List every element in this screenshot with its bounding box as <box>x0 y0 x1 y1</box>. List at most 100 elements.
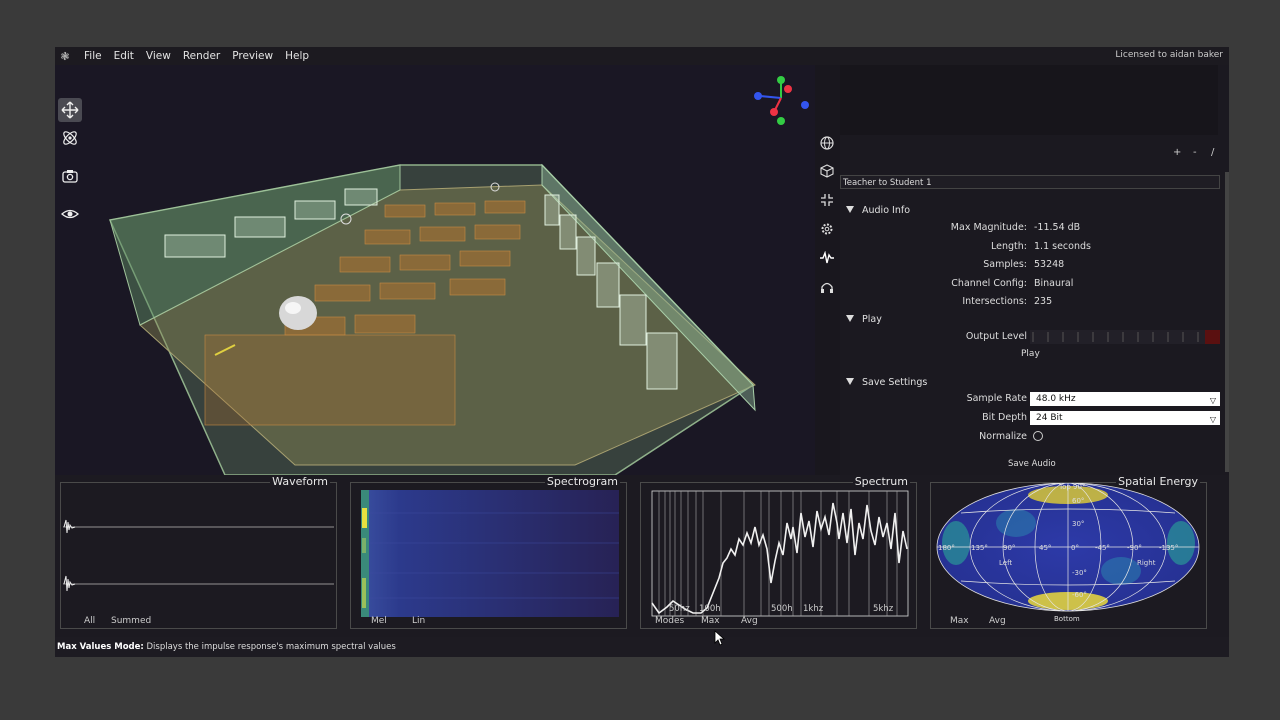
sample-rate-row: Sample Rate <box>840 393 1027 405</box>
top-label: Top 90° <box>1058 483 1085 491</box>
audio-info-header[interactable]: Audio Info <box>846 205 910 216</box>
freq-label: 1khz <box>803 604 824 614</box>
menu-render[interactable]: Render <box>183 50 220 62</box>
play-button[interactable]: Play <box>1021 349 1040 359</box>
info-key: Max Magnitude: <box>950 222 1027 233</box>
side-icon-strip <box>815 65 840 475</box>
compress-button[interactable] <box>819 192 835 208</box>
remove-button[interactable]: - <box>1193 147 1197 158</box>
atom-tool-button[interactable] <box>58 126 82 150</box>
longitude-label: 135° <box>971 544 988 552</box>
bit-depth-select[interactable]: 24 Bit ▽ <box>1030 411 1220 425</box>
cube-button[interactable] <box>819 163 835 179</box>
atom-icon <box>63 131 77 145</box>
latitude-label: -30° <box>1072 569 1087 577</box>
spectrogram-plot[interactable]: Spectrogram Mel Lin <box>350 475 627 629</box>
eye-tool-button[interactable] <box>58 202 82 226</box>
tab-all[interactable]: All <box>84 616 95 626</box>
3d-viewport[interactable] <box>55 65 815 475</box>
globe-button[interactable] <box>819 135 835 151</box>
add-button[interactable]: + <box>1173 147 1181 158</box>
waveform-button[interactable] <box>819 250 835 266</box>
eye-icon <box>61 209 79 219</box>
tab-max[interactable]: Max <box>701 616 720 626</box>
status-mode-label: Max Values Mode: <box>57 642 144 652</box>
normalize-label: Normalize <box>979 431 1027 442</box>
latitude-label: -60° <box>1072 591 1087 599</box>
normalize-toggle[interactable] <box>1033 431 1043 441</box>
settings-button[interactable] <box>819 221 835 237</box>
gear-icon <box>821 223 833 235</box>
status-description: Displays the impulse response's maximum … <box>146 642 396 652</box>
menu-help[interactable]: Help <box>285 50 309 62</box>
room-scene <box>108 163 756 475</box>
status-bar: Max Values Mode: Displays the impulse re… <box>55 637 1229 657</box>
sample-rate-label: Sample Rate <box>966 393 1027 404</box>
analysis-plots: Waveform All Summed Spectrogram Mel Lin … <box>55 475 1229 637</box>
spectrum-graph: 50hz 100h 500h 1khz 5khz <box>651 490 909 617</box>
headphones-icon <box>821 282 833 293</box>
info-value-channel-config: Binaural <box>1034 278 1074 289</box>
camera-tool-button[interactable] <box>58 164 82 188</box>
move-icon <box>61 101 79 119</box>
spectrum-plot[interactable]: Spectrum 50hz 100h 500h 1khz 5khz Modes … <box>640 475 917 629</box>
info-row-intersections: Intersections: <box>840 296 1027 308</box>
sample-rate-value: 48.0 kHz <box>1036 394 1076 404</box>
audio-info-title: Audio Info <box>862 205 911 216</box>
save-audio-button[interactable]: Save Audio <box>1008 459 1056 469</box>
longitude-label: -135° <box>1159 544 1178 552</box>
waveform-icon <box>820 251 834 264</box>
waveform-tabs: All Summed <box>61 616 336 630</box>
bit-depth-row: Bit Depth <box>840 412 1027 424</box>
output-level-fill <box>1204 330 1220 344</box>
tab-avg[interactable]: Avg <box>989 616 1006 626</box>
tab-mel[interactable]: Mel <box>371 616 387 626</box>
freq-label: 50hz <box>669 604 690 614</box>
info-row-max-magnitude: Max Magnitude: <box>840 222 1027 234</box>
left-label: Left <box>999 559 1012 567</box>
info-key: Intersections: <box>962 296 1027 307</box>
info-value-samples: 53248 <box>1034 259 1065 270</box>
info-value-max-magnitude: -11.54 dB <box>1034 222 1081 233</box>
spatial-energy-plot[interactable]: Spatial Energy 180° 135° 90° 45° 0° -45°… <box>930 475 1207 629</box>
sample-rate-select[interactable]: 48.0 kHz ▽ <box>1030 392 1220 406</box>
simulation-name-field[interactable]: Teacher to Student 1 <box>840 175 1220 189</box>
play-header[interactable]: Play <box>846 314 882 325</box>
tab-avg[interactable]: Avg <box>741 616 758 626</box>
right-label: Right <box>1137 559 1156 567</box>
waveform-plot[interactable]: Waveform All Summed <box>60 475 337 630</box>
cube-icon <box>820 164 834 178</box>
app-window: ❃ File Edit View Render Preview Help Lic… <box>55 47 1229 657</box>
rename-button[interactable]: / <box>1211 147 1214 158</box>
latitude-label: 60° <box>1072 497 1084 505</box>
longitude-label: 0° <box>1071 544 1079 552</box>
move-tool-button[interactable] <box>58 98 82 122</box>
tab-modes[interactable]: Modes <box>655 616 684 626</box>
waveform-graph <box>63 519 334 592</box>
collapse-triangle-icon <box>846 378 854 385</box>
longitude-label: -90° <box>1127 544 1142 552</box>
tab-lin[interactable]: Lin <box>412 616 425 626</box>
output-level-row: Output Level <box>840 331 1027 343</box>
license-text: Licensed to aidan baker <box>1115 50 1223 60</box>
menu-file[interactable]: File <box>84 50 102 62</box>
tab-max[interactable]: Max <box>950 616 969 626</box>
spectrogram-image <box>361 490 619 617</box>
tab-summed[interactable]: Summed <box>111 616 151 626</box>
info-value-intersections: 235 <box>1034 296 1053 307</box>
chevron-down-icon: ▽ <box>1209 396 1216 405</box>
save-settings-header[interactable]: Save Settings <box>846 377 927 388</box>
normalize-row: Normalize <box>840 431 1027 443</box>
info-row-channel-config: Channel Config: <box>840 278 1027 290</box>
menu-bar: ❃ File Edit View Render Preview Help Lic… <box>55 47 1229 65</box>
headphones-button[interactable] <box>819 279 835 295</box>
menu-edit[interactable]: Edit <box>114 50 134 62</box>
panel-scrollbar[interactable] <box>1225 172 1229 472</box>
freq-label: 5khz <box>873 604 894 614</box>
menu-preview[interactable]: Preview <box>232 50 273 62</box>
orientation-gizmo[interactable] <box>750 70 810 130</box>
menu-view[interactable]: View <box>146 50 171 62</box>
bit-depth-value: 24 Bit <box>1036 413 1063 423</box>
info-row-samples: Samples: <box>840 259 1027 271</box>
longitude-label: 45° <box>1039 544 1051 552</box>
